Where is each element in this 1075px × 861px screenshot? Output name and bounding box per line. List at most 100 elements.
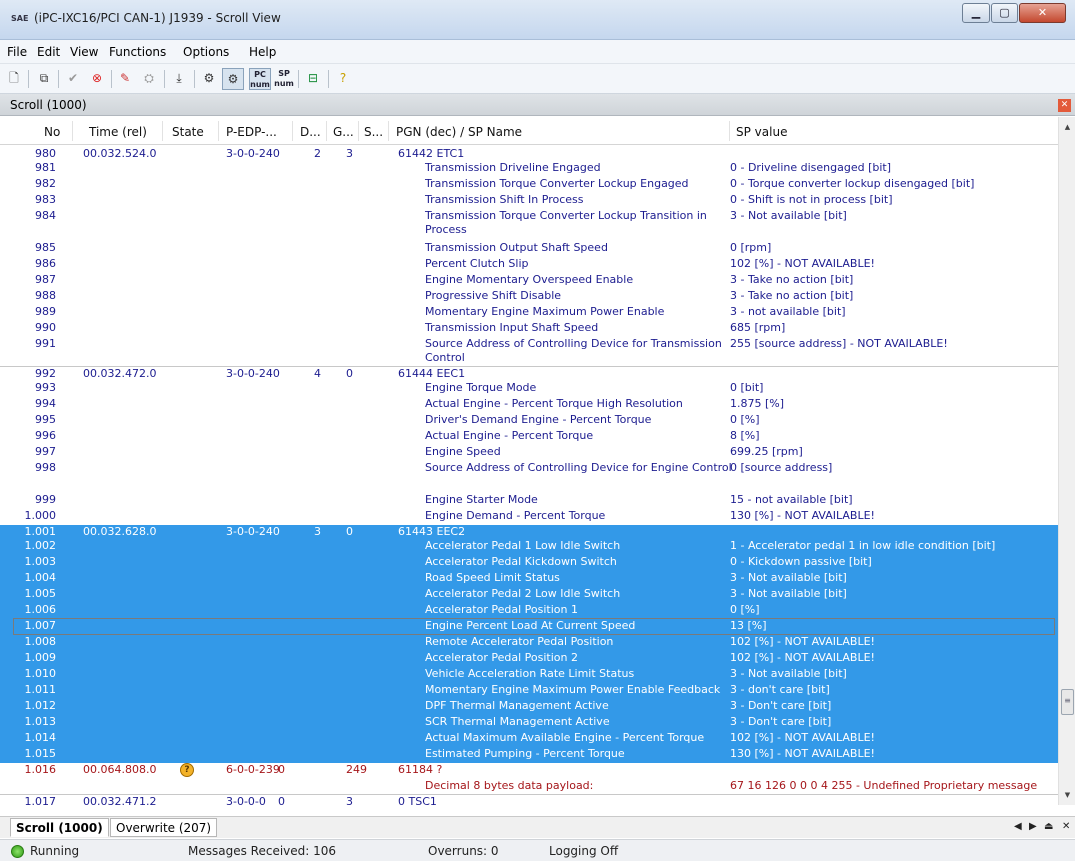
scroll-up-icon[interactable]: ▲ bbox=[1059, 123, 1075, 131]
table-row[interactable]: 1.009 Accelerator Pedal Position 2 102 [%]… bbox=[0, 651, 1058, 667]
col-pedp[interactable]: P-EDP-... bbox=[226, 125, 277, 139]
table-row[interactable]: 1.014 Actual Maximum Available Engine - P… bbox=[0, 731, 1058, 747]
row-time: 00.032.471.2 bbox=[83, 795, 157, 805]
scroll-down-icon[interactable]: ▼ bbox=[1059, 791, 1075, 799]
table-row[interactable]: 983 Transmission Shift In Process 0 - Shif… bbox=[0, 193, 1058, 209]
table-row[interactable]: 992 00.032.472.0 3-0-0-240 4 0 61444 EEC1 bbox=[0, 367, 1058, 381]
table-row[interactable]: 985 Transmission Output Shaft Speed 0 [rpm… bbox=[0, 241, 1058, 257]
stop-icon[interactable]: ⊗ bbox=[86, 68, 108, 90]
table-row[interactable]: 980 00.032.524.0 3-0-0-240 2 3 61442 ETC1 bbox=[0, 147, 1058, 161]
row-g: 2 bbox=[314, 147, 321, 160]
row-value: 102 [%] - NOT AVAILABLE! bbox=[730, 731, 875, 744]
col-no[interactable]: No bbox=[44, 125, 60, 139]
table-row[interactable]: 984 Transmission Torque Converter Lockup … bbox=[0, 209, 1058, 241]
col-state[interactable]: State bbox=[172, 125, 204, 139]
tab-scroll[interactable]: Scroll (1000) bbox=[10, 818, 109, 837]
eraser-icon[interactable]: ✎ bbox=[114, 68, 136, 90]
table-row[interactable]: 987 Engine Momentary Overspeed Enable 3 - … bbox=[0, 273, 1058, 289]
pc-num-button[interactable]: PC num bbox=[249, 68, 271, 90]
help-icon[interactable]: ? bbox=[332, 68, 354, 90]
table-row[interactable]: 989 Momentary Engine Maximum Power Enable… bbox=[0, 305, 1058, 321]
table-row[interactable]: 1.005 Accelerator Pedal 2 Low Idle Switch… bbox=[0, 587, 1058, 603]
table-row[interactable]: 988 Progressive Shift Disable 3 - Take no … bbox=[0, 289, 1058, 305]
close-button[interactable]: ✕ bbox=[1019, 3, 1066, 23]
table-row[interactable]: 995 Driver's Demand Engine - Percent Torq… bbox=[0, 413, 1058, 429]
table-row[interactable]: 1.010 Vehicle Acceleration Rate Limit Sta… bbox=[0, 667, 1058, 683]
row-number: 1.002 bbox=[24, 539, 57, 552]
col-sp-value[interactable]: SP value bbox=[736, 125, 787, 139]
row-number: 988 bbox=[35, 289, 56, 302]
table-row[interactable]: 1.015 Estimated Pumping - Percent Torque 1… bbox=[0, 747, 1058, 763]
table-row[interactable]: 1.008 Remote Accelerator Pedal Position 10… bbox=[0, 635, 1058, 651]
row-number: 986 bbox=[35, 257, 56, 270]
table-row[interactable]: 1.016 00.064.808.0 6-0-0-239 0 249 61184 ?? bbox=[0, 763, 1058, 779]
table-row[interactable]: 1.006 Accelerator Pedal Position 1 0 [%] bbox=[0, 603, 1058, 619]
table-row[interactable]: 1.001 00.032.628.0 3-0-0-240 3 0 61443 EEC2 bbox=[0, 525, 1058, 539]
menu-edit[interactable]: Edit bbox=[37, 45, 60, 59]
table-row[interactable]: Decimal 8 bytes data payload: 67 16 126 0… bbox=[0, 779, 1058, 795]
col-time[interactable]: Time (rel) bbox=[89, 125, 147, 139]
table-row[interactable]: 1.012 DPF Thermal Management Active 3 - Do… bbox=[0, 699, 1058, 715]
row-number: 1.008 bbox=[24, 635, 57, 648]
table-row[interactable]: 993 Engine Torque Mode 0 [bit] bbox=[0, 381, 1058, 397]
row-name: Engine Starter Mode bbox=[425, 493, 538, 506]
row-value: 3 - Take no action [bit] bbox=[730, 289, 854, 302]
col-g[interactable]: G... bbox=[333, 125, 354, 139]
close-tab-icon[interactable]: ✕ bbox=[1062, 821, 1070, 832]
table-row[interactable]: 1.000 Engine Demand - Percent Torque 130 [… bbox=[0, 509, 1058, 525]
col-d[interactable]: D... bbox=[300, 125, 321, 139]
row-name: Driver's Demand Engine - Percent Torque bbox=[425, 413, 652, 426]
row-s: 0 bbox=[346, 525, 353, 538]
row-number: 1.005 bbox=[24, 587, 57, 600]
table-row[interactable]: 999 Engine Starter Mode 15 - not available… bbox=[0, 493, 1058, 509]
row-number: 987 bbox=[35, 273, 56, 286]
row-number: 990 bbox=[35, 321, 56, 334]
eject-icon[interactable]: ⏏ bbox=[1044, 821, 1053, 832]
table-row[interactable]: 1.004 Road Speed Limit Status 3 - Not avai… bbox=[0, 571, 1058, 587]
table-row[interactable]: 990 Transmission Input Shaft Speed 685 [rp… bbox=[0, 321, 1058, 337]
menu-help[interactable]: Help bbox=[249, 45, 276, 59]
table-row[interactable]: 998 Source Address of Controlling Device … bbox=[0, 461, 1058, 493]
download-icon[interactable]: ⤓ bbox=[168, 68, 190, 90]
maximize-button[interactable]: ▢ bbox=[991, 3, 1018, 23]
row-number: 993 bbox=[35, 381, 56, 394]
next-tab-icon[interactable]: ▶ bbox=[1029, 821, 1037, 832]
menu-options[interactable]: Options bbox=[183, 45, 229, 59]
row-number: 989 bbox=[35, 305, 56, 318]
filter-icon[interactable]: ⛭ bbox=[138, 68, 160, 90]
close-pane-icon[interactable]: ✕ bbox=[1058, 99, 1071, 112]
scroll-thumb[interactable]: ≡ bbox=[1061, 689, 1074, 715]
table-row[interactable]: 1.011 Momentary Engine Maximum Power Enab… bbox=[0, 683, 1058, 699]
col-s[interactable]: S... bbox=[364, 125, 383, 139]
table-row[interactable]: 981 Transmission Driveline Engaged 0 - Dri… bbox=[0, 161, 1058, 177]
table-row[interactable]: 982 Transmission Torque Converter Lockup … bbox=[0, 177, 1058, 193]
new-document-icon[interactable]: 🗋 bbox=[3, 68, 25, 90]
vertical-scrollbar[interactable]: ▲ ≡ ▼ bbox=[1058, 117, 1075, 805]
table-row[interactable]: 997 Engine Speed 699.25 [rpm] bbox=[0, 445, 1058, 461]
settings-icon[interactable]: ⚙ bbox=[198, 68, 220, 90]
settings-pressed-icon[interactable]: ⚙ bbox=[222, 68, 244, 90]
table-row[interactable]: 991 Source Address of Controlling Device … bbox=[0, 337, 1058, 367]
table-row[interactable]: 986 Percent Clutch Slip 102 [%] - NOT AVAI… bbox=[0, 257, 1058, 273]
col-pgn-name[interactable]: PGN (dec) / SP Name bbox=[396, 125, 522, 139]
table-row[interactable]: 994 Actual Engine - Percent Torque High R… bbox=[0, 397, 1058, 413]
row-pedp: 6-0-0-239 bbox=[226, 763, 280, 776]
row-value: 0 - Shift is not in process [bit] bbox=[730, 193, 893, 206]
menu-file[interactable]: File bbox=[7, 45, 27, 59]
focused-row-outline bbox=[13, 618, 1055, 635]
fit-width-icon[interactable]: ⊟ bbox=[302, 68, 324, 90]
menu-functions[interactable]: Functions bbox=[109, 45, 166, 59]
table-row[interactable]: 1.013 SCR Thermal Management Active 3 - Do… bbox=[0, 715, 1058, 731]
minimize-button[interactable]: ▁ bbox=[962, 3, 990, 23]
table-row[interactable]: 1.017 00.032.471.2 3-0-0-0 0 3 0 TSC1 bbox=[0, 795, 1058, 805]
table-row[interactable]: 1.003 Accelerator Pedal Kickdown Switch 0 … bbox=[0, 555, 1058, 571]
table-row[interactable]: 1.002 Accelerator Pedal 1 Low Idle Switch… bbox=[0, 539, 1058, 555]
menu-view[interactable]: View bbox=[70, 45, 98, 59]
sp-num-button[interactable]: SP num bbox=[273, 68, 295, 90]
table-row[interactable]: 996 Actual Engine - Percent Torque 8 [%] bbox=[0, 429, 1058, 445]
prev-tab-icon[interactable]: ◀ bbox=[1014, 821, 1022, 832]
check-icon[interactable]: ✔ bbox=[62, 68, 84, 90]
tab-overwrite[interactable]: Overwrite (207) bbox=[110, 818, 218, 837]
row-number: 999 bbox=[35, 493, 56, 506]
copy-window-icon[interactable]: ⧉ bbox=[33, 68, 55, 90]
